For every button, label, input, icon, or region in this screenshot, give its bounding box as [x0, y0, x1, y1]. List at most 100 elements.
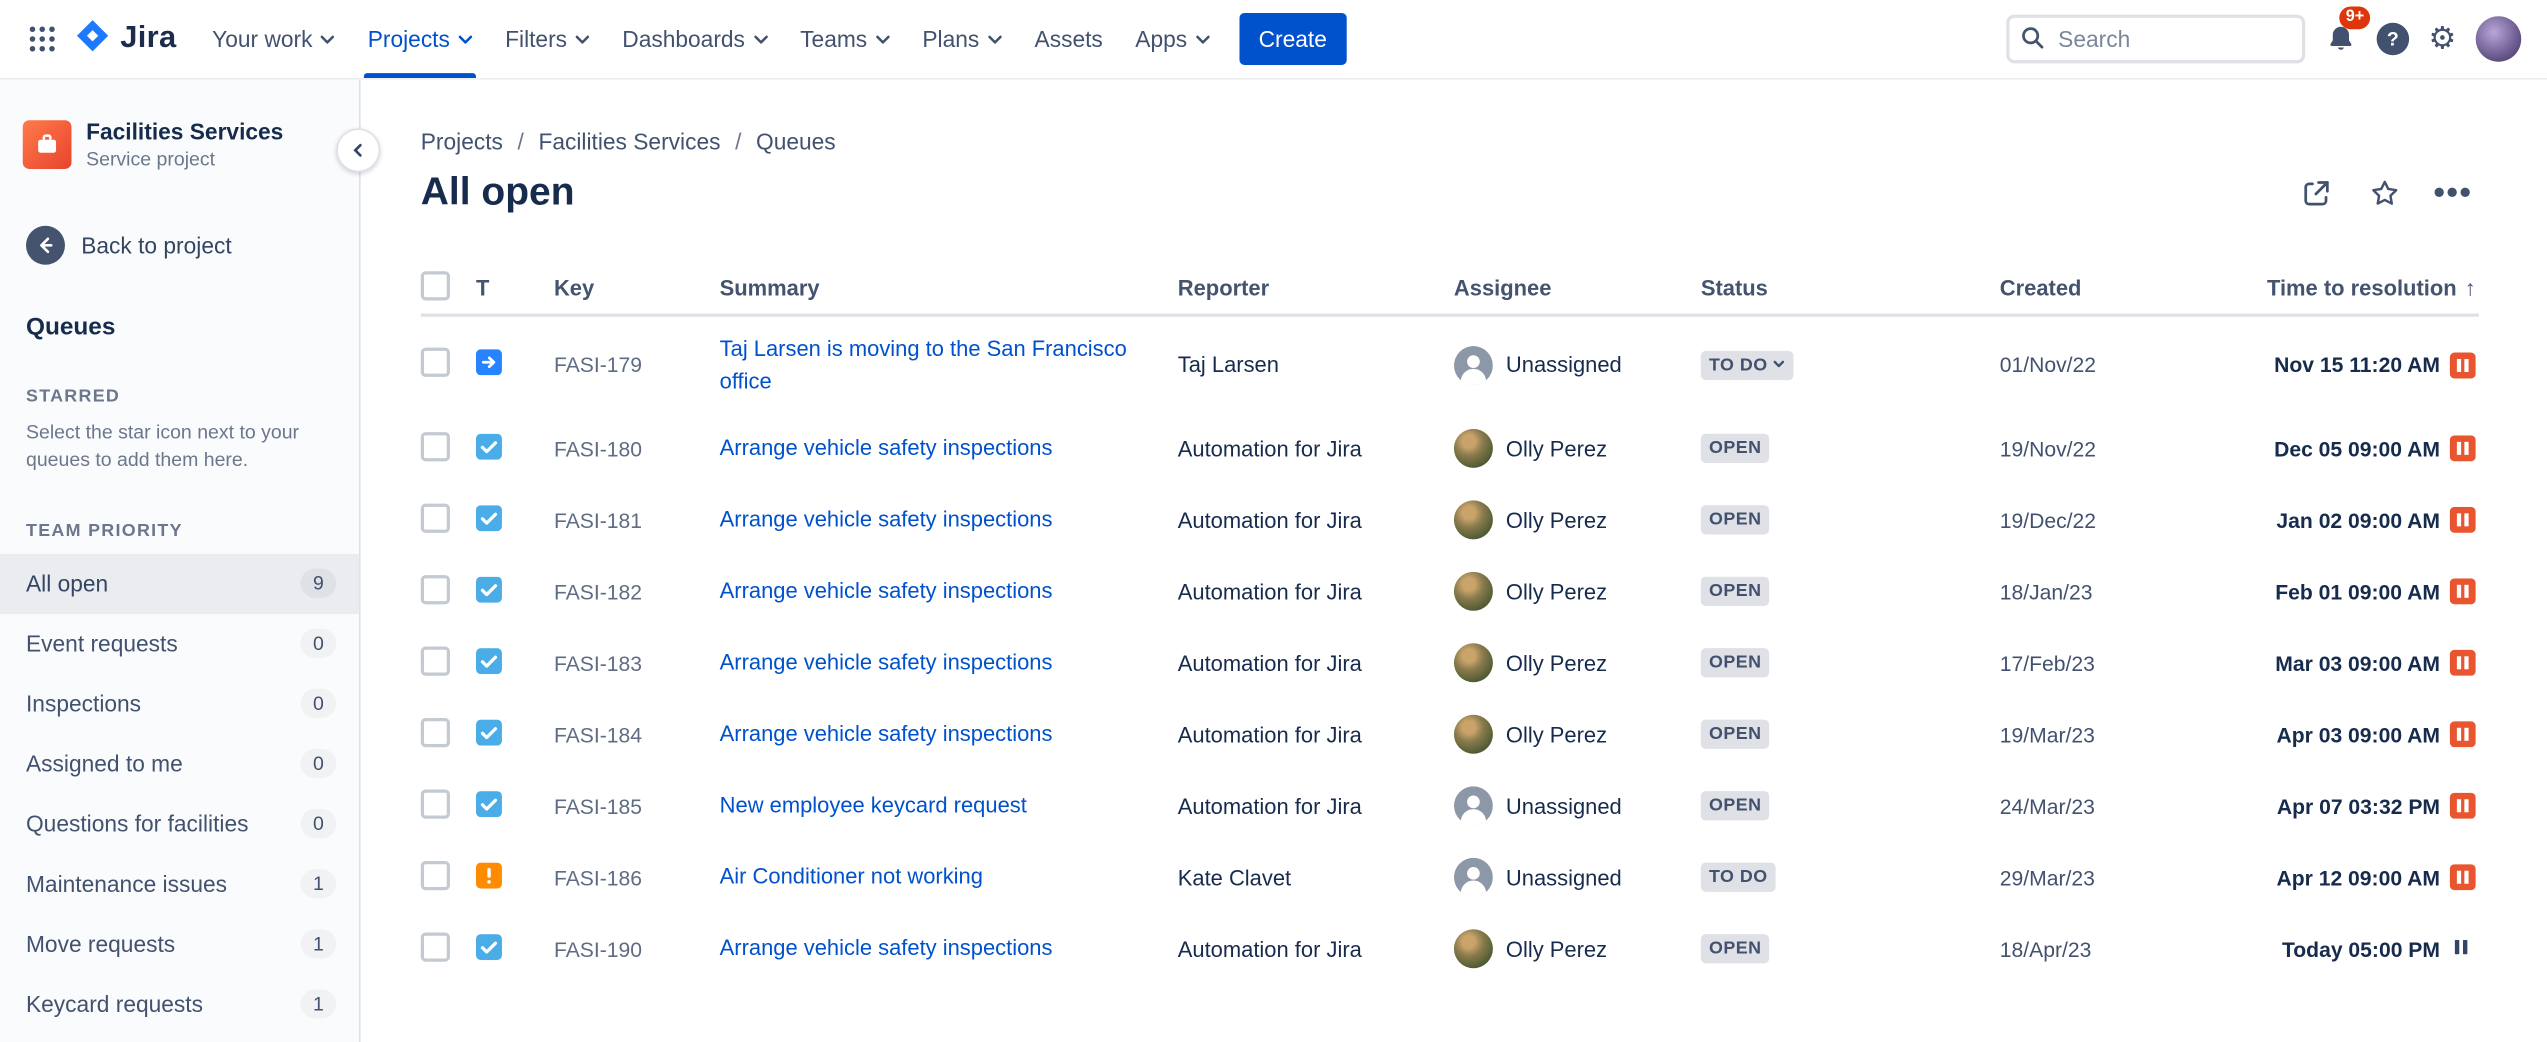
notifications-button[interactable]: 9+	[2325, 15, 2357, 62]
project-header: Facilities Services Service project	[23, 119, 337, 171]
sla-breached-pause-icon	[2450, 721, 2476, 747]
row-checkbox[interactable]	[421, 717, 450, 746]
more-options-button[interactable]: •••	[2427, 167, 2479, 219]
nav-item-dashboards[interactable]: Dashboards	[606, 0, 784, 78]
chevron-down-icon	[875, 26, 890, 52]
assignee-cell: Olly Perez	[1454, 627, 1701, 698]
row-checkbox[interactable]	[421, 789, 450, 818]
issue-summary-link[interactable]: New employee keycard request	[720, 793, 1027, 817]
help-icon[interactable]: ?	[2377, 23, 2409, 55]
sidebar-item-questions-for-facilities[interactable]: Questions for facilities0	[0, 794, 359, 854]
issue-summary-link[interactable]: Taj Larsen is moving to the San Francisc…	[720, 336, 1127, 392]
created-cell: 19/Dec/22	[2000, 492, 2179, 549]
issue-key-link[interactable]: FASI-183	[554, 651, 642, 675]
chevron-down-icon	[575, 26, 590, 52]
create-button[interactable]: Create	[1239, 13, 1346, 65]
row-select-cell	[421, 773, 476, 840]
assignee-name: Olly Perez	[1506, 651, 1607, 675]
row-checkbox[interactable]	[421, 503, 450, 532]
user-avatar[interactable]	[2476, 16, 2521, 61]
row-select-cell	[421, 487, 476, 554]
created-cell: 17/Feb/23	[2000, 635, 2179, 692]
status-badge[interactable]: OPEN	[1701, 934, 1770, 963]
status-badge[interactable]: OPEN	[1701, 577, 1770, 606]
time-to-resolution-cell: Mar 03 09:00 AM	[2178, 634, 2479, 692]
settings-gear-icon[interactable]: ⚙	[2429, 24, 2457, 55]
status-badge[interactable]: TO DO	[1701, 863, 1776, 892]
row-checkbox[interactable]	[421, 432, 450, 461]
select-all-checkbox[interactable]	[421, 270, 450, 299]
issue-key-link[interactable]: FASI-179	[554, 353, 642, 377]
nav-item-teams[interactable]: Teams	[784, 0, 906, 78]
queue-count-badge: 0	[301, 629, 337, 658]
issue-summary-link[interactable]: Arrange vehicle safety inspections	[720, 650, 1053, 674]
breadcrumb-item-facilities-services[interactable]: Facilities Services	[538, 128, 720, 154]
issue-key-link[interactable]: FASI-181	[554, 508, 642, 532]
column-header-type[interactable]: T	[476, 275, 554, 299]
status-badge[interactable]: OPEN	[1701, 720, 1770, 749]
status-cell: OPEN	[1701, 561, 2000, 623]
sidebar-item-event-requests[interactable]: Event requests0	[0, 613, 359, 673]
sidebar-item-inspections[interactable]: Inspections0	[0, 673, 359, 733]
nav-item-your-work[interactable]: Your work	[196, 0, 352, 78]
issue-key-link[interactable]: FASI-186	[554, 865, 642, 889]
star-button[interactable]	[2359, 167, 2411, 219]
status-badge[interactable]: OPEN	[1701, 434, 1770, 463]
breadcrumb-item-queues[interactable]: Queues	[756, 128, 836, 154]
nav-item-projects[interactable]: Projects	[351, 0, 488, 78]
issue-summary-link[interactable]: Arrange vehicle safety inspections	[720, 722, 1053, 746]
sidebar-collapse-button[interactable]	[336, 128, 380, 172]
sidebar-item-maintenance-issues[interactable]: Maintenance issues1	[0, 854, 359, 914]
ellipsis-icon: •••	[2433, 175, 2472, 212]
jira-logo[interactable]: Jira	[75, 17, 177, 61]
row-checkbox[interactable]	[421, 348, 450, 377]
issue-summary-link[interactable]: Arrange vehicle safety inspections	[720, 436, 1053, 460]
nav-item-filters[interactable]: Filters	[489, 0, 606, 78]
issue-key-link[interactable]: FASI-190	[554, 937, 642, 961]
time-to-resolution-cell: Apr 12 09:00 AM	[2178, 848, 2479, 906]
status-badge[interactable]: OPEN	[1701, 505, 1770, 534]
share-export-button[interactable]	[2291, 167, 2343, 219]
issue-summary-link[interactable]: Arrange vehicle safety inspections	[720, 507, 1053, 531]
sidebar-item-move-requests[interactable]: Move requests1	[0, 914, 359, 974]
column-header-created[interactable]: Created	[2000, 275, 2179, 299]
row-select-cell	[421, 916, 476, 983]
row-checkbox[interactable]	[421, 932, 450, 961]
issue-key-link[interactable]: FASI-184	[554, 722, 642, 746]
nav-item-plans[interactable]: Plans	[906, 0, 1018, 78]
row-checkbox[interactable]	[421, 860, 450, 889]
issue-summary-link[interactable]: Arrange vehicle safety inspections	[720, 579, 1053, 603]
sidebar-item-all-open[interactable]: All open9	[0, 553, 359, 613]
assignee-avatar	[1454, 572, 1493, 611]
issue-key-link[interactable]: FASI-185	[554, 794, 642, 818]
nav-item-assets[interactable]: Assets	[1018, 0, 1119, 78]
row-checkbox[interactable]	[421, 646, 450, 675]
chevron-down-icon	[1773, 355, 1786, 374]
issue-summary-cell: Arrange vehicle safety inspections	[720, 488, 1178, 552]
column-header-summary[interactable]: Summary	[720, 275, 1178, 299]
nav-item-apps[interactable]: Apps	[1119, 0, 1226, 78]
queue-table-body: FASI-179 Taj Larsen is moving to the San …	[421, 317, 2479, 985]
column-header-assignee[interactable]: Assignee	[1454, 275, 1701, 299]
status-badge[interactable]: TO DO	[1701, 350, 1794, 379]
unassigned-avatar-icon	[1454, 345, 1493, 384]
status-badge[interactable]: OPEN	[1701, 648, 1770, 677]
issue-summary-link[interactable]: Arrange vehicle safety inspections	[720, 936, 1053, 960]
app-switcher-icon[interactable]	[16, 13, 68, 65]
sidebar-item-keycard-requests[interactable]: Keycard requests1	[0, 974, 359, 1034]
issue-type-cell	[476, 703, 554, 766]
breadcrumb-item-projects[interactable]: Projects	[421, 128, 503, 154]
row-checkbox[interactable]	[421, 574, 450, 603]
column-header-key[interactable]: Key	[554, 275, 720, 299]
issue-summary-link[interactable]: Air Conditioner not working	[720, 865, 983, 889]
status-badge[interactable]: OPEN	[1701, 791, 1770, 820]
search-input[interactable]	[2006, 15, 2305, 64]
column-header-reporter[interactable]: Reporter	[1178, 275, 1454, 299]
issue-key-link[interactable]: FASI-182	[554, 579, 642, 603]
chevron-down-icon	[1195, 26, 1210, 52]
column-header-status[interactable]: Status	[1701, 275, 2000, 299]
issue-key-link[interactable]: FASI-180	[554, 436, 642, 460]
column-header-time-to-resolution[interactable]: Time to resolution ↑	[2178, 275, 2479, 299]
back-to-project-link[interactable]: Back to project	[26, 225, 336, 264]
sidebar-item-assigned-to-me[interactable]: Assigned to me0	[0, 734, 359, 794]
